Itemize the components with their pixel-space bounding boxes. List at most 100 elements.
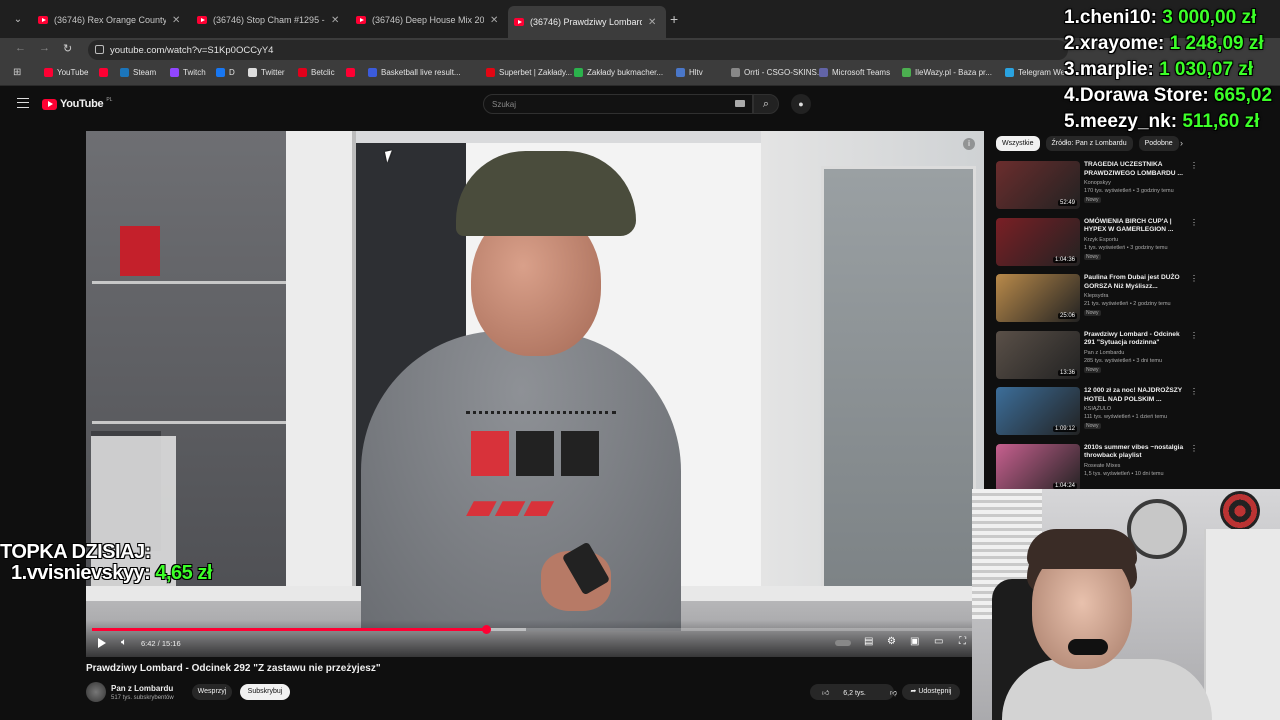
video-thumbnail[interactable]: 1:09:12 [996, 387, 1080, 435]
menu-hamburger-icon[interactable] [17, 98, 29, 108]
search-input[interactable]: Szukaj [483, 94, 753, 114]
video-thumbnail[interactable]: 25:06 [996, 274, 1080, 322]
subscribe-button[interactable]: Subskrybuj [240, 684, 290, 700]
reload-icon[interactable]: ↻ [63, 42, 72, 55]
miniplayer-icon[interactable]: ▣ [910, 636, 919, 647]
chip-all[interactable]: Wszystkie [996, 136, 1040, 151]
bookmark-item[interactable]: Betclic [298, 68, 335, 77]
scrubber-handle[interactable] [482, 625, 492, 634]
volume-icon[interactable]: 🔈︎ [121, 637, 127, 648]
recommendation-channel[interactable]: KSIĄŻULO [1084, 406, 1111, 412]
chevron-right-icon[interactable]: › [1180, 138, 1183, 148]
recommendation-channel[interactable]: Roseate Mixes [1084, 463, 1120, 469]
video-thumbnail[interactable]: 1:04:36 [996, 217, 1080, 266]
video-info-icon[interactable]: i [963, 138, 975, 150]
close-tab-icon[interactable]: ✕ [648, 17, 660, 28]
browser-tab[interactable]: (36746) Stop Cham #1295 - Ni ✕ [191, 8, 349, 32]
more-options-icon[interactable]: ⋮ [1190, 444, 1198, 453]
progress-bar[interactable] [92, 625, 978, 634]
recommendation-channel[interactable]: Pan z Lombardu [1084, 350, 1124, 356]
new-tab-button[interactable]: + [670, 11, 678, 27]
recommendation-item[interactable]: 1:04:36 OMÓWIENIA BIRCH CUP'A | HYPEX W G… [996, 217, 1198, 270]
video-thumbnail[interactable]: 13:36 [996, 330, 1080, 379]
settings-gear-icon[interactable]: ⚙ [887, 636, 896, 647]
recommendation-item[interactable]: 52:49 TRAGEDIA UCZESTNIKA PRAWDZIWEGO LOM… [996, 161, 1198, 213]
keyboard-icon[interactable] [735, 100, 745, 107]
tab-title: (36746) Stop Cham #1295 - Ni [213, 15, 325, 25]
recommendation-item[interactable]: 1:04:24 2010s summer vibes ~nostalgia thr… [996, 443, 1198, 496]
recommendation-title[interactable]: 2010s summer vibes ~nostalgia throwback … [1084, 444, 1184, 461]
recommendation-title[interactable]: Prawdziwy Lombard - Odcinek 291 "Sytuacj… [1084, 331, 1184, 348]
recommendation-title[interactable]: OMÓWIENIA BIRCH CUP'A | HYPEX W GAMERLEG… [1084, 218, 1184, 235]
more-options-icon[interactable]: ⋮ [1190, 274, 1198, 283]
bookmark-item[interactable]: Orrti - CSGO-SKINS... [731, 68, 824, 77]
recommendation-item[interactable]: 1:09:12 12 000 zł za noc! NAJDROŻSZY HOTE… [996, 387, 1198, 439]
url-field[interactable]: youtube.com/watch?v=S1Kp0OCCyY4 [88, 40, 1068, 60]
theater-mode-icon[interactable]: ▭ [934, 636, 943, 647]
bookmark-item[interactable]: D [216, 68, 235, 77]
dartboard [1220, 491, 1260, 531]
close-tab-icon[interactable]: ✕ [490, 15, 502, 26]
chip-channel[interactable]: Źródło: Pan z Lombardu [1045, 136, 1133, 151]
recommendation-title[interactable]: 12 000 zł za noc! NAJDROŻSZY HOTEL NAD P… [1084, 387, 1184, 404]
recommendation-channel[interactable]: Konopskyy [1084, 180, 1111, 186]
close-tab-icon[interactable]: ✕ [331, 15, 343, 26]
bookmark-item[interactable]: IleWazy.pl - Baza pr... [902, 68, 992, 77]
back-arrow-icon[interactable]: ← [15, 42, 26, 54]
bookmark-item[interactable]: Steam [120, 68, 156, 77]
more-options-icon[interactable]: ⋮ [1190, 387, 1198, 396]
site-info-icon[interactable] [95, 45, 104, 54]
voice-search-mic-icon[interactable]: ● [791, 94, 811, 114]
recommendation-title[interactable]: Paulina From Dubai jest DUŻO GORSZA Niż … [1084, 274, 1184, 291]
like-button[interactable]: 👍︎ 6,2 tys. [810, 688, 878, 697]
recommendation-channel[interactable]: Klepsydra [1084, 293, 1108, 299]
more-options-icon[interactable]: ⋮ [1190, 218, 1198, 227]
bookmark-item[interactable]: Hltv [676, 68, 703, 77]
recommendation-title[interactable]: TRAGEDIA UCZESTNIKA PRAWDZIWEGO LOMBARDU… [1084, 161, 1184, 178]
video-scene-glass [821, 166, 976, 616]
play-icon[interactable] [98, 638, 106, 648]
bookmark-item[interactable]: Telegram We [1005, 68, 1065, 77]
recommendation-item[interactable]: 25:06 Paulina From Dubai jest DUŻO GORSZA… [996, 274, 1198, 326]
fullscreen-icon[interactable]: ⛶ [959, 636, 966, 647]
chip-related[interactable]: Podobne [1138, 136, 1179, 151]
autoplay-toggle[interactable] [835, 640, 851, 646]
youtube-favicon-icon [197, 16, 207, 24]
subtitles-icon[interactable]: ▤ [864, 636, 873, 647]
bookmark-item[interactable]: Twitch [170, 68, 206, 77]
recommendation-meta: 170 tys. wyświetleń • 3 godziny temu [1084, 188, 1174, 194]
recommendation-item[interactable]: 13:36 Prawdziwy Lombard - Odcinek 291 "Sy… [996, 330, 1198, 383]
share-button[interactable]: ➦ Udostępnij [902, 684, 960, 700]
close-tab-icon[interactable]: ✕ [172, 15, 184, 26]
more-options-icon[interactable]: ⋮ [1190, 331, 1198, 340]
video-thumbnail[interactable]: 52:49 [996, 161, 1080, 209]
bookmark-item[interactable]: YouTube [44, 68, 88, 77]
forward-arrow-icon[interactable]: → [39, 42, 50, 54]
bookmark-item[interactable]: Zakłady bukmacher... [574, 68, 663, 77]
channel-name[interactable]: Pan z Lombardu [111, 684, 173, 693]
more-options-icon[interactable]: ⋮ [1190, 161, 1198, 170]
subscriber-count: 517 tys. subskrybentów [111, 695, 174, 701]
video-duration: 13:36 [1057, 369, 1077, 376]
apps-grid-icon[interactable]: ⊞ [13, 67, 21, 78]
recommendation-channel[interactable]: Krzyk Esportu [1084, 237, 1118, 243]
browser-tab-active[interactable]: (36746) Prawdziwy Lombard - O ✕ [508, 6, 666, 38]
video-player[interactable]: ▰▰▰ i [86, 131, 984, 657]
video-thumbnail[interactable]: 1:04:24 [996, 443, 1080, 492]
tab-search-chevron-icon[interactable]: ⌄ [8, 9, 28, 29]
search-button[interactable]: ⌕ [753, 94, 779, 114]
bookmark-item[interactable] [346, 68, 359, 77]
browser-tab[interactable]: (36746) Deep House Mix 2025 ✕ [350, 8, 508, 32]
bookmark-item[interactable] [99, 68, 112, 77]
bookmark-item[interactable]: Twitter [248, 68, 285, 77]
topka-title: TOPKA DZISIAJ: [0, 541, 151, 563]
bookmark-item[interactable]: Superbet | Zakłady... [486, 68, 572, 77]
browser-tab[interactable]: (36746) Rex Orange County - N ✕ [32, 8, 190, 32]
support-button[interactable]: Wesprzyj [192, 684, 232, 700]
channel-avatar[interactable] [86, 682, 106, 702]
recommendation-meta: 111 tys. wyświetleń • 1 dzień temu [1084, 414, 1168, 420]
bookmark-item[interactable]: Microsoft Teams [819, 68, 890, 77]
youtube-logo[interactable]: YouTube PL [42, 97, 112, 110]
bookmark-item[interactable]: Basketball live result... [368, 68, 461, 77]
played-bar [92, 628, 487, 631]
